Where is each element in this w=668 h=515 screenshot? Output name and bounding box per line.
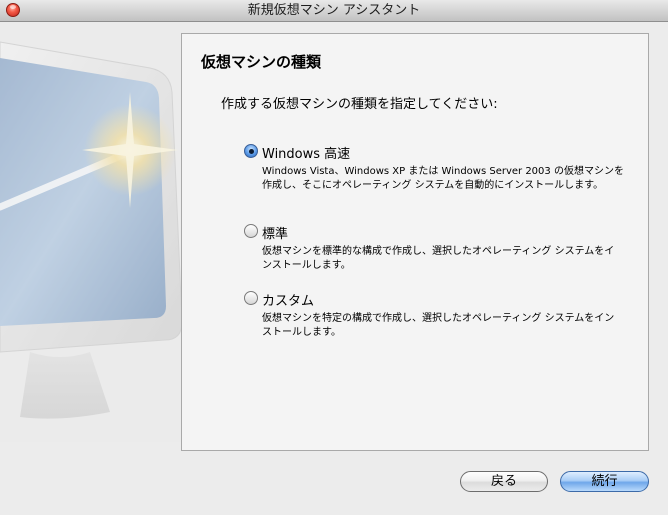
- option-label: 標準: [262, 227, 289, 242]
- page-heading: 仮想マシンの種類: [201, 53, 322, 71]
- back-button[interactable]: 戻る: [460, 471, 548, 492]
- content-panel: 仮想マシンの種類 作成する仮想マシンの種類を指定してください: Windows …: [181, 33, 649, 451]
- prompt-text: 作成する仮想マシンの種類を指定してください:: [221, 97, 498, 112]
- window-title: 新規仮想マシン アシスタント: [247, 3, 421, 18]
- continue-button[interactable]: 続行: [560, 471, 649, 492]
- radio-button-icon[interactable]: [244, 291, 258, 305]
- radio-button-icon[interactable]: [244, 144, 258, 158]
- magic-wand-monitor-icon: [0, 22, 190, 442]
- option-description: 仮想マシンを標準的な構成で作成し、選択したオペレーティング システムをインストー…: [262, 246, 615, 271]
- option-label: カスタム: [262, 294, 315, 309]
- option-label: Windows 高速: [262, 147, 351, 162]
- title-bar[interactable]: 新規仮想マシン アシスタント: [0, 0, 668, 22]
- assistant-window: 新規仮想マシン アシスタント 仮想マシンの種類 作成する仮想マシンの種類を指定し…: [0, 0, 668, 515]
- radio-button-icon[interactable]: [244, 224, 258, 238]
- option-description: 仮想マシンを特定の構成で作成し、選択したオペレーティング システムをインストール…: [262, 313, 615, 338]
- option-description: Windows Vista、Windows XP または Windows Ser…: [262, 166, 624, 191]
